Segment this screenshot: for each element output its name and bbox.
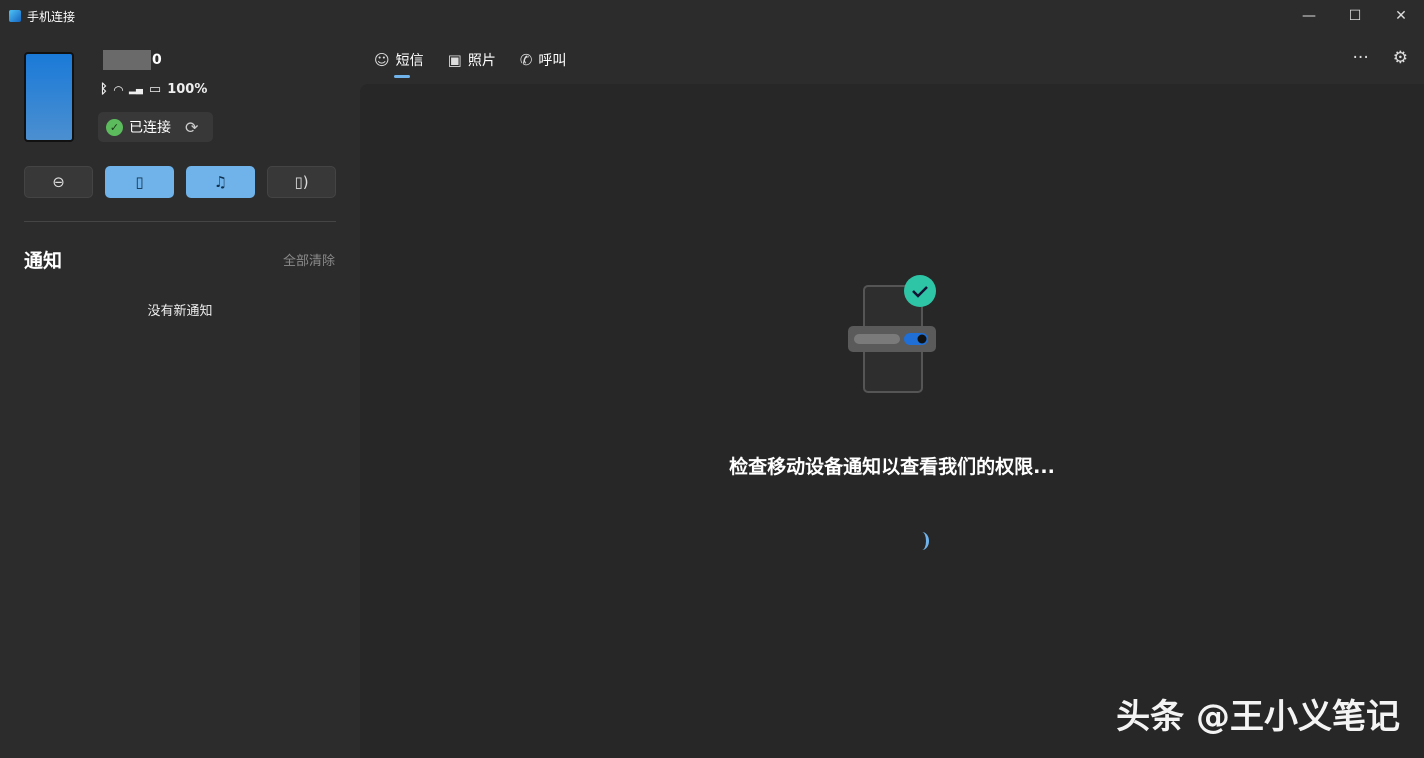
redacted-name — [103, 50, 151, 70]
audio-output-button[interactable]: ▯) — [267, 166, 336, 198]
bluetooth-icon: ᛒ — [100, 82, 108, 97]
left-panel: 0 ᛒ ◠ ▂▄ ▭ 100% ✓ 已连接 ⟳ ⊖ ▯ ♫ ▯) 通知 全部清除… — [0, 32, 360, 758]
settings-icon[interactable]: ⚙ — [1393, 48, 1408, 68]
app-icon — [9, 10, 21, 22]
tab-calls[interactable]: ✆ 呼叫 — [520, 44, 567, 76]
battery-level: 100% — [167, 82, 208, 97]
close-button[interactable]: ✕ — [1378, 0, 1424, 32]
battery-icon: ▭ — [148, 82, 162, 97]
media-button[interactable]: ♫ — [186, 166, 255, 198]
message-icon: ☺ — [374, 51, 390, 69]
vibrate-button[interactable]: ▯ — [105, 166, 174, 198]
phone-speaker-icon: ▯) — [294, 173, 309, 191]
phone-image — [24, 52, 74, 142]
minimize-button[interactable]: — — [1286, 0, 1332, 32]
photo-icon: ▣ — [447, 51, 462, 69]
clear-all-button[interactable]: 全部清除 — [283, 250, 335, 269]
tab-bar: ☺ 短信 ▣ 照片 ✆ 呼叫 — [374, 44, 567, 78]
loading-spinner — [915, 532, 929, 550]
device-status: ᛒ ◠ ▂▄ ▭ 100% — [100, 82, 207, 97]
do-not-disturb-button[interactable]: ⊖ — [24, 166, 93, 198]
device-name: 0 — [103, 50, 162, 70]
status-message: 检查移动设备通知以查看我们的权限... — [729, 456, 1055, 478]
vibrate-icon: ▯ — [135, 173, 144, 191]
watermark: 头条 @王小义笔记 — [1116, 697, 1400, 737]
tab-messages[interactable]: ☺ 短信 — [374, 44, 424, 78]
connection-status: ✓ 已连接 ⟳ — [98, 112, 213, 142]
wifi-icon: ◠ — [113, 82, 124, 97]
connection-label: 已连接 — [129, 120, 171, 136]
music-icon: ♫ — [213, 173, 228, 191]
permission-illustration — [848, 275, 936, 393]
notifications-title: 通知 — [24, 250, 63, 272]
main-content: 检查移动设备通知以查看我们的权限... 头条 @王小义笔记 — [360, 84, 1424, 758]
more-options-icon[interactable]: ··· — [1353, 48, 1369, 68]
phone-icon: ✆ — [519, 51, 533, 69]
do-not-disturb-icon: ⊖ — [52, 173, 65, 191]
check-icon: ✓ — [106, 118, 123, 136]
no-notifications-text: 没有新通知 — [147, 304, 213, 319]
refresh-icon[interactable]: ⟳ — [185, 118, 198, 137]
tab-photos[interactable]: ▣ 照片 — [448, 44, 496, 76]
title-bar: 手机连接 — ☐ ✕ — [0, 0, 1424, 32]
signal-icon: ▂▄ — [129, 84, 143, 95]
maximize-button[interactable]: ☐ — [1332, 0, 1378, 32]
app-title: 手机连接 — [27, 9, 76, 24]
divider — [24, 221, 336, 222]
